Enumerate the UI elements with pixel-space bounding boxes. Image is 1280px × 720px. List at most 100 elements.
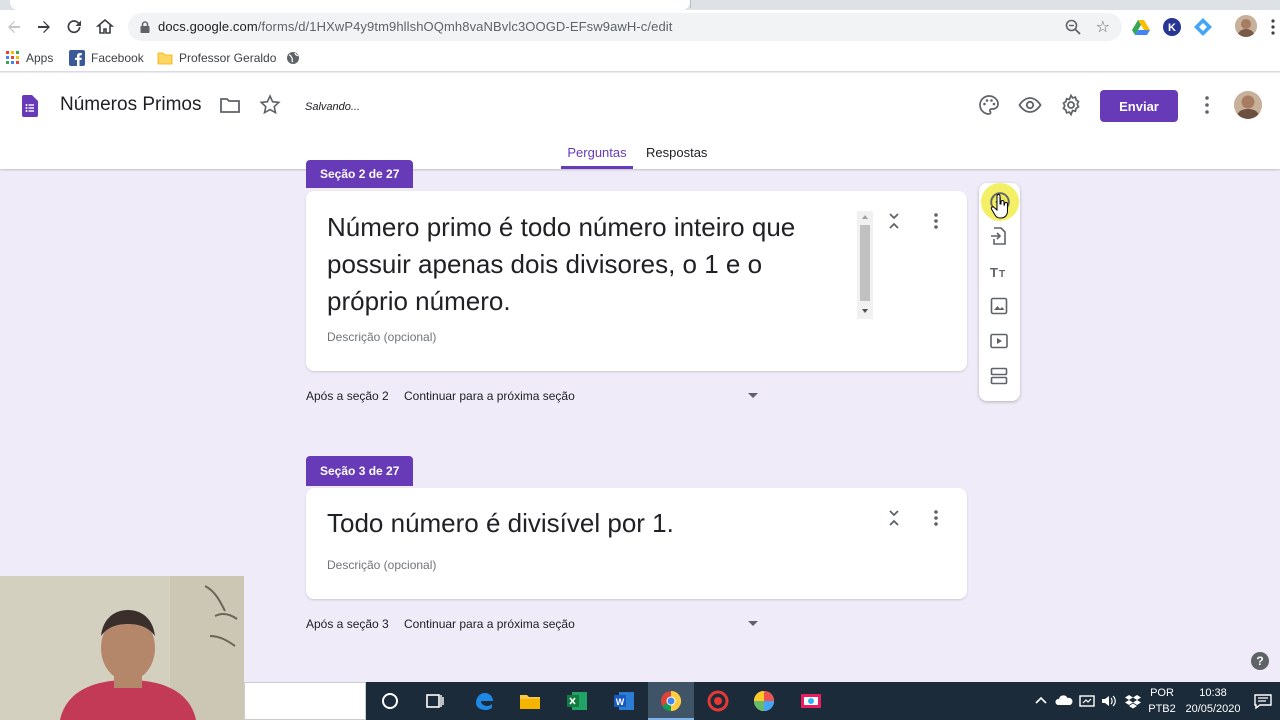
task-view-icon[interactable] — [423, 689, 447, 713]
bookmark-label: Facebook — [91, 51, 144, 65]
url-path: /forms/d/1HXwP4y9tm9hllshOQmh8vaNBvlc3OO… — [257, 19, 673, 34]
section-card[interactable]: Todo número é divisível por 1. Descrição… — [306, 488, 967, 599]
language-code: POR — [1150, 687, 1174, 699]
settings-gear-icon[interactable] — [1059, 93, 1083, 117]
help-icon[interactable]: ? — [1251, 652, 1269, 670]
tray-expand-icon[interactable] — [1034, 689, 1048, 713]
system-clock[interactable]: 10:38 20/05/2020 — [1180, 685, 1246, 717]
svg-text:K: K — [1168, 22, 1176, 34]
collapse-section-icon[interactable] — [886, 508, 902, 528]
hand-cursor-icon — [990, 194, 1008, 219]
browser-toolbar: docs.google.com/forms/d/1HXwP4y9tm9hllsh… — [0, 10, 1280, 44]
scroll-down-icon[interactable] — [861, 308, 869, 314]
form-tabs: Perguntas Respostas — [0, 145, 1280, 169]
bookmark-star-icon[interactable]: ☆ — [1096, 17, 1110, 37]
cortana-icon[interactable] — [378, 689, 402, 713]
import-questions-icon[interactable] — [989, 226, 1009, 246]
chrome-icon[interactable] — [659, 689, 683, 713]
tab-respostas[interactable]: Respostas — [646, 145, 707, 169]
section-description-placeholder[interactable]: Descrição (opcional) — [327, 330, 436, 344]
forward-icon[interactable] — [32, 15, 56, 39]
add-section-icon[interactable] — [989, 366, 1009, 386]
bookmark-apps[interactable]: Apps — [6, 50, 53, 66]
onedrive-icon[interactable] — [1055, 689, 1073, 713]
url-host: docs.google.com — [158, 19, 258, 34]
lock-icon — [140, 21, 150, 33]
section-description-placeholder[interactable]: Descrição (opcional) — [327, 558, 436, 572]
bookmark-globe[interactable] — [286, 50, 300, 66]
dropbox-icon[interactable] — [1124, 689, 1142, 713]
scroll-up-icon[interactable] — [861, 214, 869, 220]
after-section-select[interactable]: Continuar para a próxima seção — [404, 389, 575, 403]
notifications-icon[interactable] — [1252, 689, 1274, 713]
language-indicator[interactable]: POR PTB2 — [1146, 685, 1178, 717]
bookmark-facebook[interactable]: Facebook — [69, 50, 144, 66]
edge-browser-icon[interactable] — [472, 689, 496, 713]
add-title-icon[interactable]: TT — [989, 261, 1009, 281]
browser-tab[interactable] — [690, 0, 920, 8]
after-section-label: Após a seção 2 — [306, 389, 389, 403]
clock-date: 20/05/2020 — [1185, 703, 1241, 715]
section-tag: Seção 3 de 27 — [306, 456, 414, 486]
add-video-icon[interactable] — [989, 331, 1009, 351]
add-image-icon[interactable] — [989, 296, 1009, 316]
star-icon[interactable] — [258, 93, 282, 117]
send-button[interactable]: Enviar — [1100, 90, 1178, 122]
collapse-section-icon[interactable] — [886, 211, 902, 231]
bookmark-label: Professor Geraldo — [179, 51, 277, 65]
section-more-icon[interactable] — [930, 508, 942, 528]
section-more-icon[interactable] — [930, 211, 942, 231]
svg-text:W: W — [616, 697, 625, 707]
recorder-app-icon[interactable] — [706, 689, 730, 713]
svg-text:T: T — [999, 269, 1005, 280]
after-section-row: Após a seção 3 Continuar para a próxima … — [306, 617, 758, 631]
dropdown-caret-icon[interactable] — [748, 393, 758, 398]
address-bar[interactable]: docs.google.com/forms/d/1HXwP4y9tm9hllsh… — [128, 13, 1122, 41]
reload-icon[interactable] — [62, 15, 86, 39]
webcam-overlay — [0, 576, 244, 720]
dropdown-caret-icon[interactable] — [748, 621, 758, 626]
word-icon[interactable]: W — [612, 689, 636, 713]
zoom-icon[interactable] — [1064, 18, 1082, 36]
after-section-select[interactable]: Continuar para a próxima seção — [404, 617, 575, 631]
svg-text:T: T — [990, 265, 998, 280]
back-icon[interactable] — [2, 15, 26, 39]
preview-eye-icon[interactable] — [1018, 93, 1042, 117]
taskbar-search-box[interactable] — [244, 682, 366, 720]
section-card[interactable]: Número primo é todo número inteiro que p… — [306, 191, 967, 371]
after-section-label: Após a seção 3 — [306, 617, 389, 631]
title-scrollbar[interactable] — [857, 211, 873, 319]
google-forms-icon[interactable] — [22, 95, 38, 117]
forms-header: Números Primos Salvando... Enviar Pergun… — [0, 73, 1280, 169]
extension-diamond-icon[interactable] — [1193, 17, 1213, 37]
profile-avatar[interactable] — [1235, 15, 1257, 37]
folder-icon — [157, 52, 173, 65]
browser-tab-active[interactable] — [10, 0, 690, 10]
save-status: Salvando... — [305, 101, 361, 113]
section-title[interactable]: Número primo é todo número inteiro que p… — [327, 209, 847, 320]
volume-icon[interactable] — [1100, 689, 1118, 713]
browser-menu-icon[interactable] — [1266, 15, 1280, 39]
customize-theme-icon[interactable] — [977, 93, 1001, 117]
scrollbar-thumb[interactable] — [860, 225, 870, 301]
camera-app-icon[interactable] — [799, 689, 823, 713]
extension-k-icon[interactable]: K — [1162, 17, 1182, 37]
home-icon[interactable] — [93, 15, 117, 39]
keyboard-layout: PTB2 — [1148, 703, 1176, 715]
after-section-row: Após a seção 2 Continuar para a próxima … — [306, 389, 758, 403]
section-title[interactable]: Todo número é divisível por 1. — [327, 505, 847, 542]
url-text: docs.google.com/forms/d/1HXwP4y9tm9hllsh… — [158, 19, 672, 34]
more-options-icon[interactable] — [1195, 93, 1219, 117]
facebook-icon — [69, 50, 85, 66]
apps-grid-icon — [6, 51, 19, 64]
move-to-folder-icon[interactable] — [218, 93, 242, 117]
excel-icon[interactable] — [565, 689, 589, 713]
display-icon[interactable] — [1078, 689, 1096, 713]
bookmark-professor-geraldo[interactable]: Professor Geraldo — [157, 50, 276, 66]
form-title[interactable]: Números Primos — [60, 94, 201, 116]
file-explorer-icon[interactable] — [518, 689, 542, 713]
google-drive-icon[interactable] — [1131, 17, 1151, 37]
tab-perguntas[interactable]: Perguntas — [561, 145, 633, 169]
account-avatar[interactable] — [1234, 91, 1262, 119]
pinwheel-app-icon[interactable] — [752, 689, 776, 713]
